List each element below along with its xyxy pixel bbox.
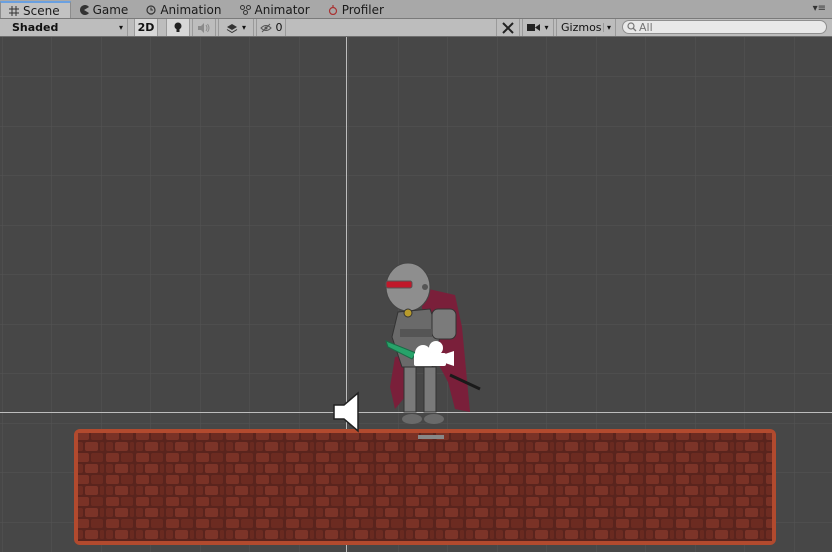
scene-canvas bbox=[0, 37, 832, 552]
clock-icon bbox=[146, 4, 156, 15]
tab-animation[interactable]: Animation bbox=[138, 1, 231, 18]
gizmos-dropdown[interactable]: Gizmos ▾ bbox=[556, 19, 616, 36]
scene-audio-button[interactable] bbox=[192, 19, 216, 36]
scene-search[interactable] bbox=[622, 20, 827, 34]
tools-icon bbox=[502, 21, 514, 34]
tools-button[interactable] bbox=[496, 19, 520, 36]
tab-profiler[interactable]: Profiler bbox=[320, 1, 394, 18]
tab-profiler-label: Profiler bbox=[341, 2, 384, 17]
grid-icon bbox=[9, 5, 19, 16]
chevron-down-icon: ▾ bbox=[118, 23, 123, 32]
search-input[interactable] bbox=[637, 20, 809, 34]
tab-animator[interactable]: Animator bbox=[232, 1, 320, 18]
scene-viewport[interactable] bbox=[0, 37, 832, 552]
tab-game-label: Game bbox=[92, 2, 129, 17]
eye-slash-icon bbox=[259, 23, 272, 32]
toggle-2d-label: 2D bbox=[137, 21, 155, 34]
chevron-down-icon: ▾ bbox=[544, 23, 549, 32]
hidden-objects-toggle[interactable]: 0 bbox=[256, 19, 286, 36]
tab-scene-label: Scene bbox=[23, 3, 60, 18]
tab-scene[interactable]: Scene bbox=[0, 1, 71, 18]
editor-tab-bar: Scene Game Animation Animator Profiler ▾… bbox=[0, 0, 832, 19]
camera-dropdown[interactable]: ▾ bbox=[522, 19, 554, 36]
draw-mode-dropdown[interactable]: Shaded ▾ bbox=[4, 19, 128, 36]
layers-icon bbox=[226, 23, 238, 33]
speaker-icon bbox=[198, 22, 210, 33]
scene-effects-dropdown[interactable]: ▾ bbox=[218, 19, 254, 36]
scene-lighting-button[interactable] bbox=[166, 19, 190, 36]
tab-animation-label: Animation bbox=[160, 2, 222, 17]
tab-game[interactable]: Game bbox=[71, 1, 139, 18]
draw-mode-label: Shaded bbox=[12, 21, 59, 34]
toggle-2d-button[interactable]: 2D bbox=[134, 19, 158, 36]
tab-menu-icon[interactable]: ▾≡ bbox=[813, 3, 826, 14]
nodes-icon bbox=[239, 4, 251, 15]
hidden-count: 0 bbox=[275, 21, 283, 34]
tab-animator-label: Animator bbox=[254, 2, 310, 17]
chevron-down-icon: ▾ bbox=[241, 23, 246, 32]
search-icon bbox=[627, 22, 637, 32]
ground-platform[interactable] bbox=[74, 429, 776, 545]
gizmos-label: Gizmos bbox=[561, 21, 602, 34]
chevron-down-icon: ▾ bbox=[602, 23, 611, 32]
lightbulb-icon bbox=[174, 22, 182, 32]
pacman-icon bbox=[79, 4, 89, 15]
video-camera-icon bbox=[527, 24, 541, 31]
profiler-icon bbox=[328, 4, 337, 15]
